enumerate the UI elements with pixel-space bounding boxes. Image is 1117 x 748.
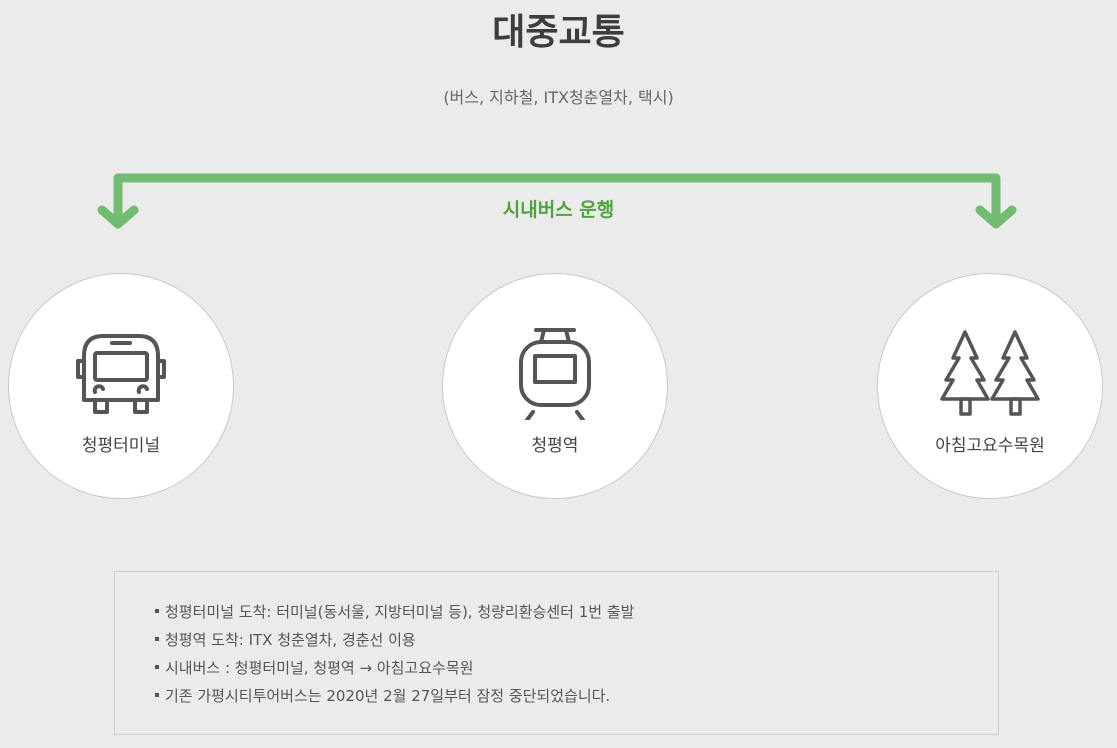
stop-label: 청평터미널	[81, 436, 161, 456]
bus-icon	[76, 334, 166, 414]
stop-morning-calm-arboretum: 아침고요수목원	[877, 273, 1103, 499]
note-item: 시내버스 : 청평터미널, 청평역 → 아침고요수목원	[155, 654, 998, 682]
stop-cheongpyeong-terminal: 청평터미널	[8, 273, 234, 499]
info-notes: 청평터미널 도착: 터미널(동서울, 지방터미널 등), 청량리환승센터 1번 …	[114, 571, 999, 735]
trees-icon	[940, 330, 1040, 416]
bullet-icon	[155, 636, 159, 641]
stop-cheongpyeong-station: 청평역	[442, 273, 668, 499]
note-item: 청평터미널 도착: 터미널(동서울, 지방터미널 등), 청량리환승센터 1번 …	[155, 598, 998, 626]
bullet-icon	[155, 608, 159, 613]
bullet-icon	[155, 692, 159, 697]
train-icon	[519, 328, 591, 420]
bullet-icon	[155, 664, 159, 669]
stop-label: 아침고요수목원	[935, 436, 1045, 456]
note-item: 청평역 도착: ITX 청춘열차, 경춘선 이용	[155, 626, 998, 654]
note-item: 기존 가평시티투어버스는 2020년 2월 27일부터 잠정 중단되었습니다.	[155, 682, 998, 710]
stop-label: 청평역	[531, 436, 579, 456]
route-label: 시내버스 운행	[502, 199, 615, 221]
